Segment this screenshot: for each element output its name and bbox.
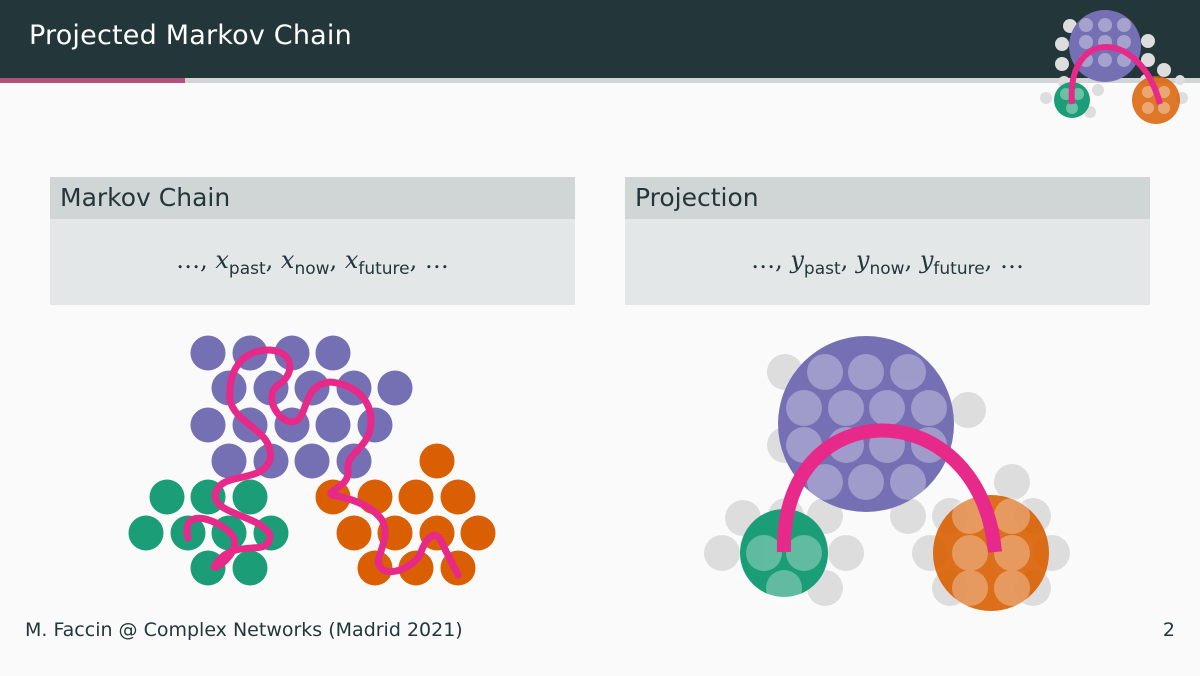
formula-var: x [344, 245, 359, 274]
formula-suffix: … [999, 245, 1024, 274]
formula-x-sequence: …, xpast, xnow, xfuture, … [176, 245, 449, 279]
slide-title: Projected Markov Chain [29, 20, 352, 51]
formula-var: x [280, 245, 295, 274]
state-node [128, 515, 164, 551]
formula-var: y [855, 245, 870, 274]
state-node [460, 515, 496, 551]
formula-sub: future [358, 258, 410, 279]
state-node [377, 370, 413, 406]
formula-prefix: …, [751, 245, 783, 274]
block-title: Projection [625, 177, 1150, 219]
state-node [419, 443, 455, 479]
state-node [190, 407, 226, 443]
formula-suffix: … [424, 245, 449, 274]
state-node [315, 335, 351, 371]
projection-diagram [704, 336, 1070, 611]
progress-bar [0, 78, 1200, 83]
state-node [336, 443, 372, 479]
page-number: 2 [1162, 619, 1175, 641]
state-node [190, 335, 226, 371]
formula-sub: past [803, 258, 841, 279]
title-bar: Projected Markov Chain [0, 0, 1200, 78]
formula: …, ypast, ynow, yfuture, … [625, 219, 1150, 305]
state-node [211, 443, 247, 479]
logo-projection-icon [1040, 10, 1188, 124]
formula-sub: future [933, 258, 985, 279]
state-node [336, 515, 372, 551]
state-node [149, 479, 185, 515]
formula-var: y [919, 245, 934, 274]
state-node [232, 550, 268, 586]
state-node [232, 479, 268, 515]
state-node [398, 479, 434, 515]
formula-sub: now [294, 258, 330, 279]
state-node [440, 479, 476, 515]
formula-var: x [215, 245, 229, 274]
footer-text: M. Faccin @ Complex Networks (Madrid 202… [25, 619, 463, 641]
block-title: Markov Chain [50, 177, 575, 219]
state-node [294, 443, 330, 479]
state-node [357, 407, 393, 443]
formula-y-sequence: …, ypast, ynow, yfuture, … [751, 245, 1024, 279]
formula: …, xpast, xnow, xfuture, … [50, 219, 575, 305]
progress-bar-fill [0, 78, 185, 83]
markov-chain-diagram [128, 335, 496, 586]
markov-chain-block: Markov Chain …, xpast, xnow, xfuture, … [50, 177, 575, 305]
formula-prefix: …, [176, 245, 208, 274]
state-node [315, 407, 351, 443]
formula-var: y [790, 245, 804, 274]
formula-sub: past [228, 258, 266, 279]
projection-block: Projection …, ypast, ynow, yfuture, … [625, 177, 1150, 305]
formula-sub: now [869, 258, 905, 279]
